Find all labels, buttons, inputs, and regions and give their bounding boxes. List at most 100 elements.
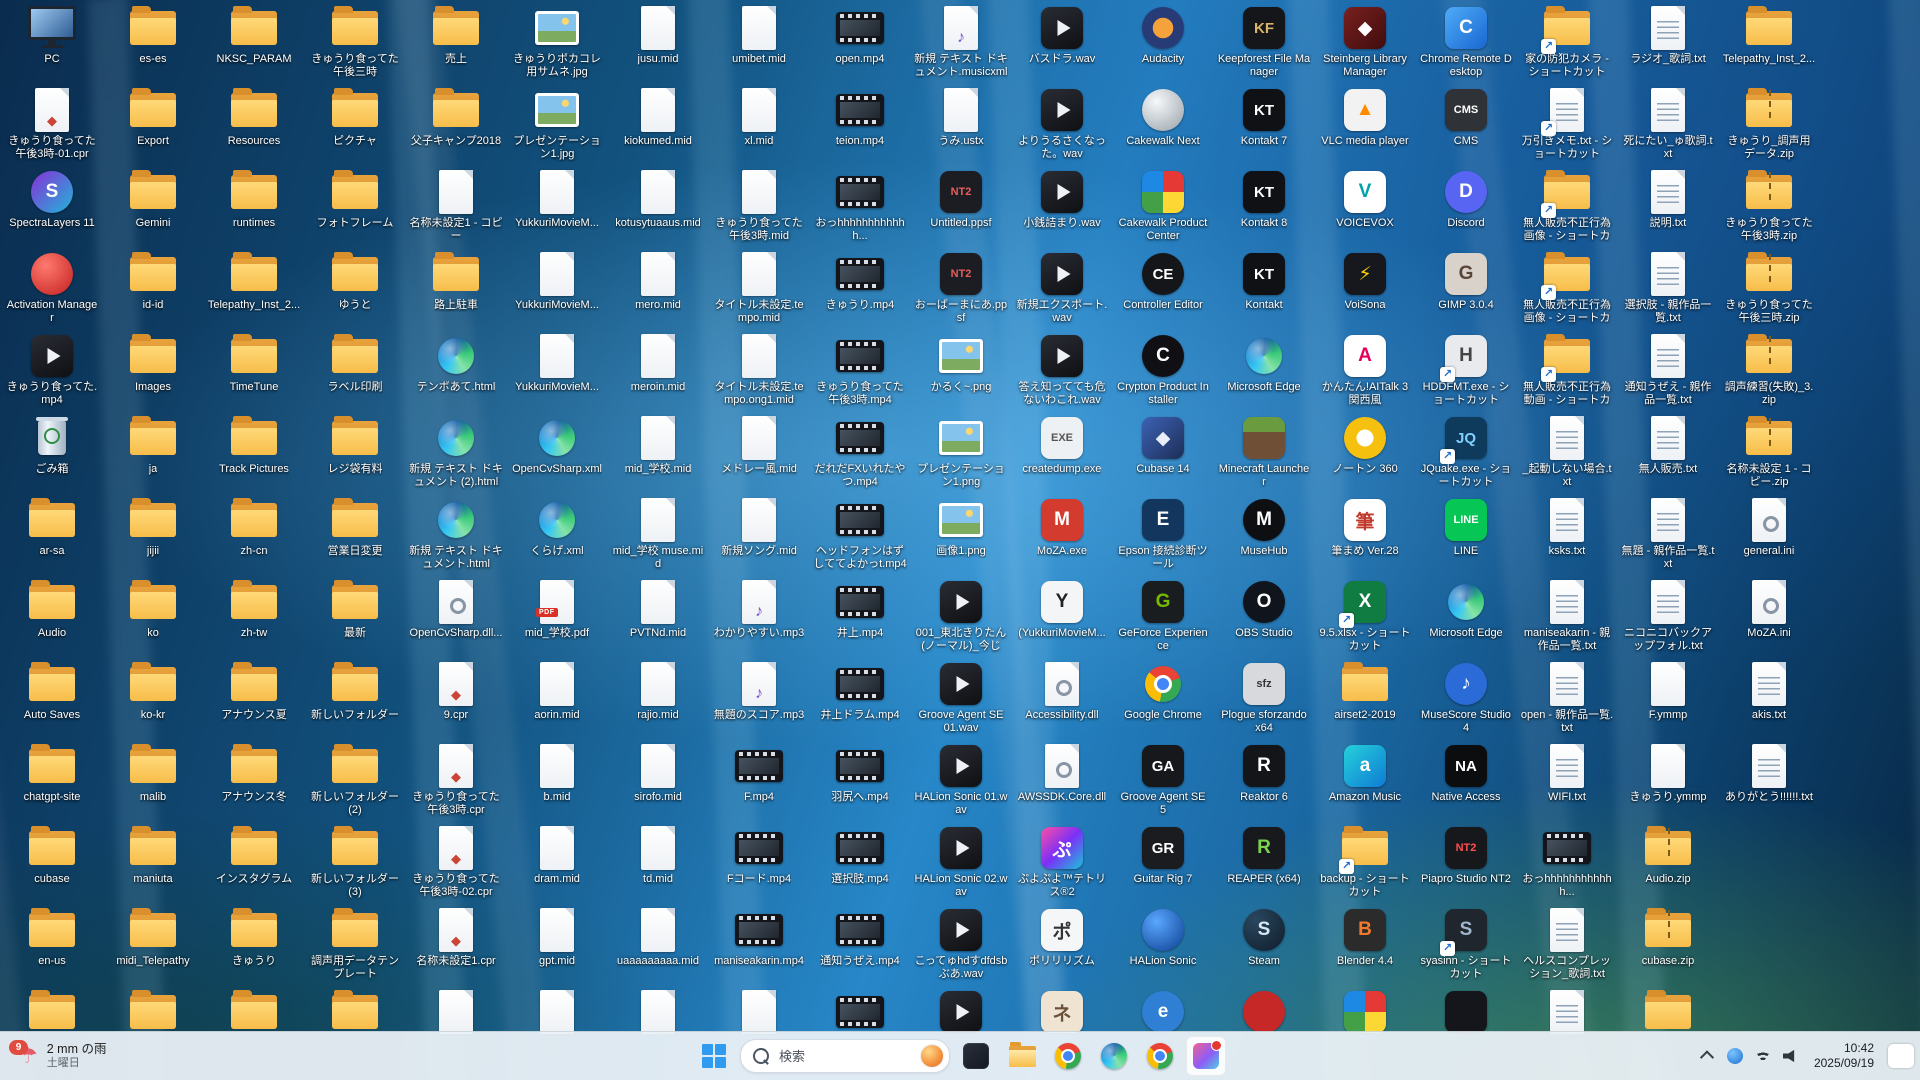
desktop-icon[interactable]: meroin.mid xyxy=(610,332,706,394)
desktop-icon[interactable]: en-us xyxy=(4,906,100,968)
edge-button[interactable] xyxy=(1094,1036,1134,1076)
desktop-icon[interactable]: LINELINE xyxy=(1418,496,1514,558)
desktop-icon[interactable]: Gemini xyxy=(105,168,201,230)
desktop-icon[interactable]: es-es xyxy=(105,4,201,66)
desktop-icon[interactable] xyxy=(307,988,403,1037)
desktop-icon[interactable]: airset2-2019 xyxy=(1317,660,1413,722)
desktop-icon[interactable]: だれだFXいれたやつ.mp4 xyxy=(812,414,908,490)
desktop-icon[interactable]: OOBS Studio xyxy=(1216,578,1312,640)
desktop-icon[interactable]: Images xyxy=(105,332,201,394)
ime-indicator[interactable] xyxy=(1888,1044,1914,1068)
desktop-icon[interactable]: タイトル未設定.tempo.ong1.mid xyxy=(711,332,807,408)
desktop-icon[interactable]: jijii xyxy=(105,496,201,558)
desktop-icon[interactable]: Track Pictures xyxy=(206,414,302,476)
desktop-icon[interactable]: きゅうり食ってた午後3時.mp4 xyxy=(812,332,908,408)
desktop-icon[interactable]: VVOICEVOX xyxy=(1317,168,1413,230)
desktop-icon[interactable]: バスドラ.wav xyxy=(1014,4,1110,66)
desktop-icon[interactable]: 説明.txt xyxy=(1620,168,1716,230)
desktop-icon[interactable]: Audacity xyxy=(1115,4,1211,66)
desktop-icon[interactable]: general.ini xyxy=(1721,496,1817,558)
desktop-icon[interactable]: MoZA.ini xyxy=(1721,578,1817,640)
desktop-icon[interactable]: KTKontakt xyxy=(1216,250,1312,312)
desktop-icon[interactable]: 選択肢 - 親作品一覧.txt xyxy=(1620,250,1716,326)
desktop-icon[interactable]: ラジオ_歌詞.txt xyxy=(1620,4,1716,66)
desktop-icon[interactable]: ニコニコバックアップフォル.txt xyxy=(1620,578,1716,654)
desktop-icon[interactable]: ありがとう!!!!!!.txt xyxy=(1721,742,1817,804)
desktop-icon[interactable]: ◆9.cpr xyxy=(408,660,504,722)
desktop-icon[interactable]: ▲VLC media player xyxy=(1317,86,1413,148)
desktop-icon[interactable]: きゅうり.ymmp xyxy=(1620,742,1716,804)
weather-widget[interactable]: ☂ 9 2 mm の雨 土曜日 xyxy=(10,1036,114,1076)
desktop-icon[interactable]: プレゼンテーション1.png xyxy=(913,414,1009,490)
desktop-icon[interactable]: プレゼンテーション1.jpg xyxy=(509,86,605,162)
desktop-icon[interactable]: maniseakarin - 親作品一覧.txt xyxy=(1519,578,1615,654)
desktop-icon[interactable]: 井上ドラム.mp4 xyxy=(812,660,908,722)
desktop-icon[interactable] xyxy=(1418,988,1514,1037)
desktop-icon[interactable]: Minecraft Launcher xyxy=(1216,414,1312,490)
desktop-icon[interactable]: 新規 テキスト ドキュメント.html xyxy=(408,496,504,572)
desktop-icon[interactable]: ⚡VoiSona xyxy=(1317,250,1413,312)
desktop-icon[interactable]: EEpson 接続診断ツール xyxy=(1115,496,1211,572)
desktop-icon[interactable] xyxy=(610,988,706,1037)
desktop-icon[interactable]: ↗無人販売不正行為画像 - ショートカット xyxy=(1519,250,1615,326)
desktop-icon[interactable]: KTKontakt 7 xyxy=(1216,86,1312,148)
network-button[interactable] xyxy=(1750,1038,1776,1074)
desktop-icon[interactable]: タイトル未設定.tempo.mid xyxy=(711,250,807,326)
desktop-icon[interactable]: MMoZA.exe xyxy=(1014,496,1110,558)
desktop-icon[interactable]: 新しいフォルダー xyxy=(307,660,403,722)
desktop-icon[interactable]: Cakewalk Product Center xyxy=(1115,168,1211,244)
desktop-icon[interactable]: gpt.mid xyxy=(509,906,605,968)
desktop-icon[interactable]: 小銭詰まり.wav xyxy=(1014,168,1110,230)
tray-chevron-button[interactable] xyxy=(1694,1038,1720,1074)
desktop-icon[interactable]: レジ袋有料 xyxy=(307,414,403,476)
desktop-icon[interactable]: AWSSDK.Core.dll xyxy=(1014,742,1110,804)
desktop-icon[interactable]: maniseakarin.mp4 xyxy=(711,906,807,968)
desktop-icon[interactable]: SSpectraLayers 11 xyxy=(4,168,100,230)
clock[interactable]: 10:42 2025/09/19 xyxy=(1806,1036,1882,1076)
desktop-icon[interactable]: 最新 xyxy=(307,578,403,640)
desktop-icon[interactable]: cubase xyxy=(4,824,100,886)
desktop-icon[interactable]: ◆Cubase 14 xyxy=(1115,414,1211,476)
search-input[interactable] xyxy=(777,1048,913,1065)
desktop-icon[interactable]: おっhhhhhhhhhhhh... xyxy=(812,168,908,244)
desktop-icon[interactable]: Audio xyxy=(4,578,100,640)
desktop-icon[interactable]: きゅうり xyxy=(206,906,302,968)
desktop-icon[interactable]: OpenCvSharp.dll... xyxy=(408,578,504,640)
desktop-icon[interactable]: アナウンス夏 xyxy=(206,660,302,722)
desktop-icon[interactable] xyxy=(206,988,302,1037)
desktop-icon[interactable]: 画像1.png xyxy=(913,496,1009,558)
desktop-icon[interactable]: kotusytuaaus.mid xyxy=(610,168,706,230)
desktop-icon[interactable]: Export xyxy=(105,86,201,148)
desktop-icon[interactable]: BBlender 4.4 xyxy=(1317,906,1413,968)
desktop-icon[interactable]: EXEcreatedump.exe xyxy=(1014,414,1110,476)
desktop-icon[interactable]: GAGroove Agent SE 5 xyxy=(1115,742,1211,818)
desktop-icon[interactable]: open - 親作品一覧.txt xyxy=(1519,660,1615,736)
search-box[interactable] xyxy=(740,1039,950,1073)
desktop-icon[interactable]: 調声練習(失敗)_3.zip xyxy=(1721,332,1817,408)
desktop-icon[interactable]: ↗無人販売不正行為動画 - ショートカット xyxy=(1519,332,1615,408)
desktop-icon[interactable]: 新規 テキスト ドキュメント (2).html xyxy=(408,414,504,490)
desktop-icon[interactable]: 選択肢.mp4 xyxy=(812,824,908,886)
pinned-dark-app-button[interactable] xyxy=(956,1036,996,1076)
desktop-icon[interactable] xyxy=(1216,988,1312,1037)
desktop-icon[interactable]: F.ymmp xyxy=(1620,660,1716,722)
desktop-icon[interactable]: PC xyxy=(4,4,100,66)
desktop-icon[interactable]: かるく~.png xyxy=(913,332,1009,394)
desktop-icon[interactable]: ラベル印刷 xyxy=(307,332,403,394)
desktop-icon[interactable]: CEController Editor xyxy=(1115,250,1211,312)
desktop-icon[interactable]: rajio.mid xyxy=(610,660,706,722)
desktop-icon[interactable]: テンポあて.html xyxy=(408,332,504,394)
desktop-icon[interactable]: ↗無人販売不正行為画像 - ショートカッ... xyxy=(1519,168,1615,244)
desktop-icon[interactable]: 新規エクスポート.wav xyxy=(1014,250,1110,326)
desktop-icon[interactable]: zh-tw xyxy=(206,578,302,640)
desktop-icon[interactable]: NANative Access xyxy=(1418,742,1514,804)
desktop-icon[interactable]: 通知うぜえ.mp4 xyxy=(812,906,908,968)
desktop-icon[interactable]: dram.mid xyxy=(509,824,605,886)
desktop-icon[interactable]: JQ↗JQuake.exe - ショートカット xyxy=(1418,414,1514,490)
desktop-icon[interactable]: NT2おーばーまにあ.ppsf xyxy=(913,250,1009,326)
desktop-icon[interactable]: ♪無題のスコア.mp3 xyxy=(711,660,807,722)
desktop-icon[interactable]: きゅうりポカコレ用サムネ.jpg xyxy=(509,4,605,80)
desktop-icon[interactable]: 答え知ってても危ないわこれ.wav xyxy=(1014,332,1110,408)
desktop-icon[interactable]: midi_Telepathy xyxy=(105,906,201,968)
desktop-icon[interactable]: Fコード.mp4 xyxy=(711,824,807,886)
